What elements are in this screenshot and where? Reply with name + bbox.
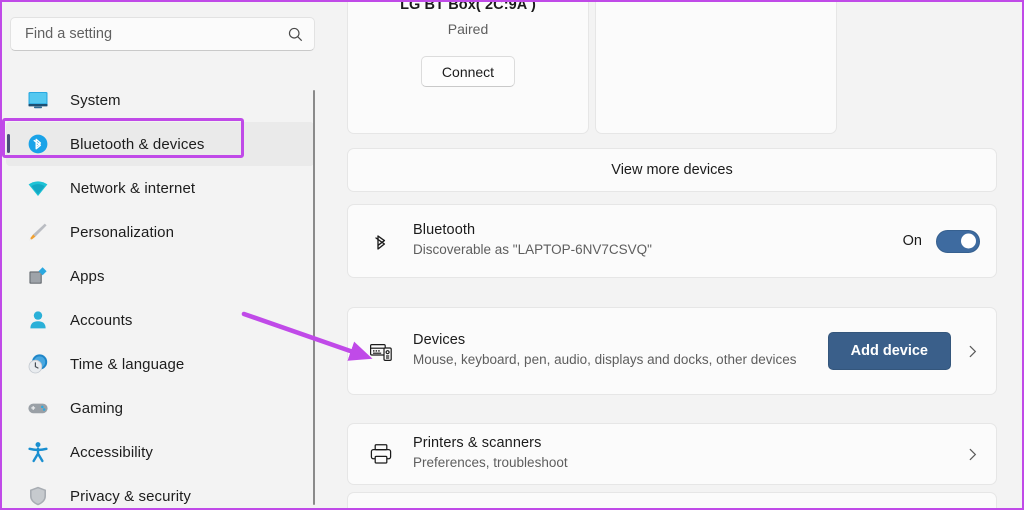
sidebar-item-label: Network & internet [70,179,196,197]
sidebar-item-accessibility[interactable]: Accessibility [6,430,314,474]
bluetooth-glyph-icon [368,228,394,254]
row-title: Bluetooth [413,222,476,239]
device-status: Paired [447,21,489,37]
gamepad-icon [26,396,50,420]
sidebar-item-personalization[interactable]: Personalization [6,210,314,254]
sidebar-item-label: Gaming [70,399,124,417]
devices-row-controls: Add device [827,332,980,370]
sidebar: System Bluetooth & devices [0,0,330,510]
chevron-right-icon[interactable] [965,344,980,359]
search-container [10,17,315,51]
bluetooth-row[interactable]: Bluetooth Discoverable as "LAPTOP-6NV7CS… [347,204,997,278]
bluetooth-row-text: Bluetooth Discoverable as "LAPTOP-6NV7CS… [413,222,891,259]
device-name: LG BT Box( 2C:9A ) [400,0,536,13]
next-settings-row-partial[interactable] [347,492,997,510]
sidebar-item-label: Apps [70,267,105,285]
sidebar-item-system[interactable]: System [6,78,314,122]
sidebar-item-apps[interactable]: Apps [6,254,314,298]
devices-row-text: Devices Mouse, keyboard, pen, audio, dis… [413,332,816,369]
sidebar-item-privacy-security[interactable]: Privacy & security [6,474,314,510]
sidebar-nav: System Bluetooth & devices Network & int… [0,78,318,510]
toggle-knob [961,233,976,249]
connect-button[interactable]: Connect [421,56,515,87]
accessibility-icon [26,440,50,464]
device-tile[interactable]: LG BT Box( 2C:9A ) Paired Connect [347,0,589,134]
sidebar-item-label: Accessibility [70,443,153,461]
paintbrush-icon [26,220,50,244]
printers-row-controls [965,447,980,462]
sidebar-item-label: Privacy & security [70,487,191,505]
sidebar-item-label: Personalization [70,223,175,241]
row-subtitle: Mouse, keyboard, pen, audio, displays an… [413,352,797,368]
bluetooth-toggle[interactable] [936,229,980,253]
devices-icon [368,338,394,364]
clock-icon [26,352,50,376]
shield-icon [26,484,50,508]
main-content: LG BT Box( 2C:9A ) Paired Connect Add de… [330,0,1024,510]
bluetooth-toggle-label: On [902,233,922,249]
row-subtitle: Preferences, troubleshoot [413,455,568,471]
printer-icon [368,441,394,467]
accounts-icon [26,308,50,332]
search-input[interactable] [25,26,287,42]
row-title: Devices [413,332,466,349]
sidebar-item-bluetooth-devices[interactable]: Bluetooth & devices [6,122,314,166]
sidebar-item-label: Bluetooth & devices [70,135,205,153]
printers-scanners-row[interactable]: Printers & scanners Preferences, trouble… [347,423,997,485]
sidebar-scrollbar[interactable] [313,90,315,505]
apps-icon [26,264,50,288]
bluetooth-row-controls: On [902,229,980,253]
search-icon[interactable] [287,26,304,43]
add-device-button[interactable]: Add device [827,332,951,370]
search-box[interactable] [10,17,315,51]
sidebar-item-network-internet[interactable]: Network & internet [6,166,314,210]
chevron-right-icon[interactable] [965,447,980,462]
row-title: Printers & scanners [413,435,542,452]
device-tiles: LG BT Box( 2C:9A ) Paired Connect Add de… [347,0,997,134]
bluetooth-icon [26,132,50,156]
printers-row-text: Printers & scanners Preferences, trouble… [413,435,953,472]
system-icon [26,88,50,112]
view-more-devices-label: View more devices [611,162,733,178]
selection-indicator [7,134,10,153]
sidebar-item-time-language[interactable]: Time & language [6,342,314,386]
sidebar-item-label: Time & language [70,355,185,373]
view-more-devices-button[interactable]: View more devices [347,148,997,192]
sidebar-item-accounts[interactable]: Accounts [6,298,314,342]
sidebar-item-label: Accounts [70,311,133,329]
sidebar-item-gaming[interactable]: Gaming [6,386,314,430]
add-device-tile[interactable]: Add device [595,0,837,134]
settings-window: System Bluetooth & devices [0,0,1024,510]
sidebar-item-label: System [70,91,121,109]
network-icon [26,176,50,200]
row-subtitle: Discoverable as "LAPTOP-6NV7CSVQ" [413,242,652,258]
devices-row[interactable]: Devices Mouse, keyboard, pen, audio, dis… [347,307,997,395]
